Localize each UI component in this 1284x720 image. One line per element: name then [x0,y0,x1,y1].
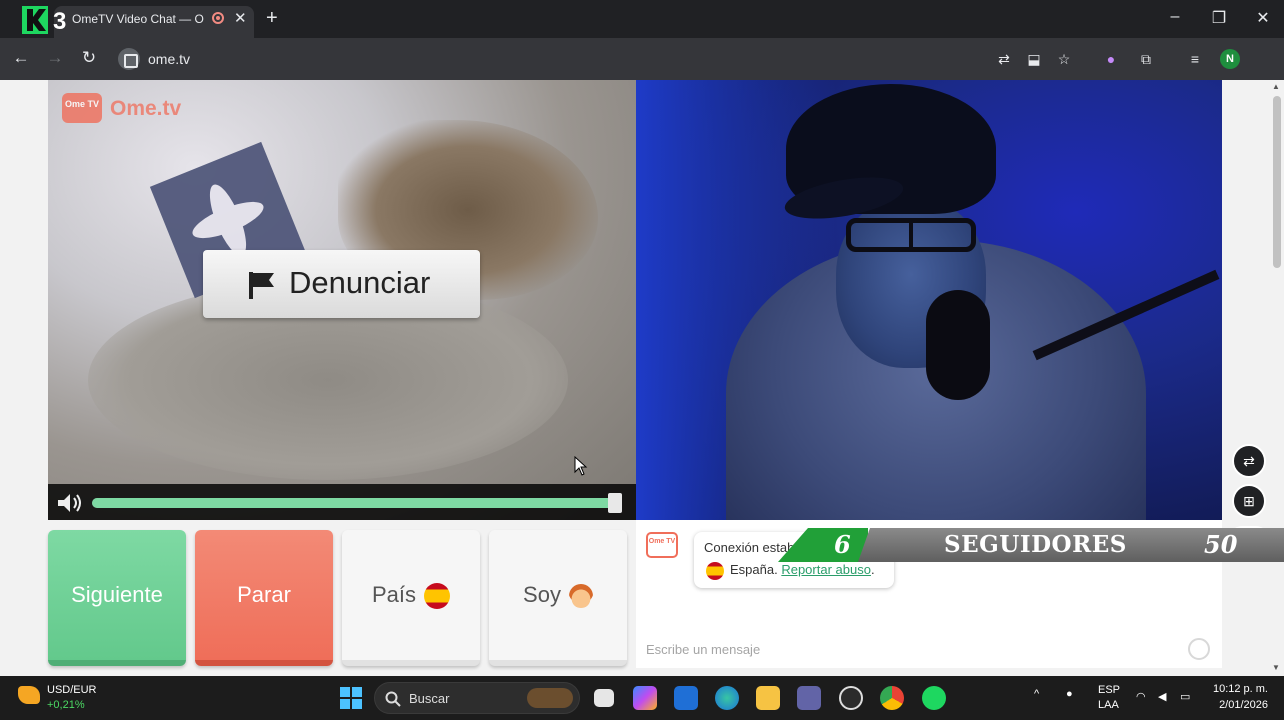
search-highlight-image [527,688,573,708]
back-icon[interactable]: ← [10,48,32,68]
battery-icon[interactable]: ▭ [1180,690,1190,703]
bookmark-star-icon[interactable]: ☆ [1055,50,1073,68]
report-abuse-link[interactable]: Reportar abuso [781,562,871,577]
extensions-puzzle-icon[interactable]: ⧉ [1137,50,1155,68]
own-camera-video [636,80,1222,520]
country-button[interactable]: País [342,530,480,666]
tab-title: OmeTV Video Chat — Ome [72,12,204,26]
spain-flag-icon [706,562,724,580]
wifi-icon[interactable]: ◠ [1136,690,1146,703]
tab-close-icon[interactable]: ✕ [234,9,247,27]
search-icon [385,691,401,707]
copilot-icon[interactable] [633,686,657,710]
stream-logo: 3 [22,6,66,34]
followers-label: SEGUIDORES [944,531,1127,558]
media-control-icon[interactable]: ≡ [1186,50,1204,68]
stop-button[interactable]: Parar [195,530,333,666]
spotify-icon[interactable] [922,686,946,710]
taskbar-search[interactable]: Buscar [374,682,580,714]
report-label: Denunciar [289,265,431,300]
edge-icon[interactable] [715,686,739,710]
forward-icon[interactable]: → [44,48,66,68]
report-line-period: . [870,562,875,577]
teams-icon[interactable] [797,686,821,710]
clock-time[interactable]: 10:12 p. m. [1212,683,1268,695]
ome-tv-chat-avatar: Ome TV [646,532,678,558]
speaker-icon[interactable]: ◀ [1158,690,1166,703]
address-bar[interactable]: ome.tv [110,43,1150,75]
extension-brain-icon[interactable]: ● [1102,50,1120,68]
recording-icon [212,12,224,24]
gender-button-content: Soy [489,582,627,609]
language-bottom: LAA [1098,699,1119,711]
minimize-button[interactable]: – [1160,8,1190,26]
emoji-picker-icon[interactable] [1188,638,1210,660]
flag-icon [249,272,274,299]
translate-icon[interactable]: ⇄ [995,50,1013,68]
clock-date: 2/01/2026 [1219,699,1268,711]
ome-tv-logo: Ome TV Ome.tv [62,91,192,125]
language-top[interactable]: ESP [1098,684,1120,696]
followers-goal: 50 [1204,530,1238,559]
ticker-label[interactable]: USD/EUR [47,684,97,696]
next-button-label: Siguiente [71,582,163,607]
task-view-icon[interactable] [594,689,614,707]
scroll-up-icon[interactable]: ▲ [1272,82,1280,91]
maximize-button[interactable]: ❐ [1204,8,1234,28]
page-content: Ome TV Ome.tv Denunciar Siguiente Parar [0,80,1284,676]
start-windows-icon[interactable] [340,687,362,709]
gender-button-label: Soy [523,582,561,607]
followers-banner-green [778,528,868,562]
translate-float-icon[interactable]: ⇄ [1232,444,1266,478]
stream-logo-text: 3 [53,8,66,34]
volume-slider[interactable] [92,498,618,508]
file-explorer-icon[interactable] [756,686,780,710]
chrome-icon[interactable] [880,686,904,710]
tab-strip: OmeTV Video Chat — Ome ✕ + 3 – ❐ ✕ [0,0,1284,38]
volume-slider-thumb[interactable] [608,493,622,513]
browser-toolbar: ← → ↻ ome.tv ⇄ ⬓ ☆ ● ⧉ ≡ N [0,38,1284,80]
scrollbar-thumb[interactable] [1273,96,1281,268]
show-hidden-icons-chevron-icon[interactable]: ^ [1034,688,1039,700]
obs-icon[interactable] [839,686,863,710]
next-button[interactable]: Siguiente [48,530,186,666]
site-info-icon[interactable] [118,48,140,70]
grid-float-icon[interactable]: ⊞ [1232,484,1266,518]
spain-flag-icon [424,583,451,610]
report-button[interactable]: Denunciar [203,250,480,318]
country-button-label: País [371,582,417,607]
scroll-down-icon[interactable]: ▼ [1272,663,1280,672]
person-glasses [846,218,976,252]
mouse-cursor-icon [574,456,588,476]
country-line: España. Reportar abuso. [730,562,875,577]
country-button-content: País [342,582,480,610]
profile-avatar[interactable]: N [1220,49,1240,69]
stop-button-label: Parar [237,582,291,607]
followers-banner: 6 SEGUIDORES 50 [778,528,1284,562]
boy-emoji-icon [568,584,593,609]
url-text: ome.tv [148,51,191,67]
reload-icon[interactable]: ↻ [78,48,100,68]
search-label: Buscar [409,691,450,706]
outlook-icon[interactable] [674,686,698,710]
close-window-button[interactable]: ✕ [1248,8,1278,28]
microphone [926,290,990,400]
ome-tv-logo-badge: Ome TV [62,93,102,123]
windows-taskbar: USD/EUR +0,21% Buscar ^ ● ESP LAA ◠ ◀ ▭ … [0,676,1284,720]
gender-button[interactable]: Soy [489,530,627,666]
ticker-icon[interactable] [18,686,40,704]
partner-country: España. [730,562,778,577]
followers-current: 6 [834,530,851,559]
microphone-tray-icon[interactable]: ● [1066,688,1073,700]
volume-slider-fill [92,498,613,508]
new-tab-button[interactable]: + [266,7,278,30]
ome-tv-logo-text: Ome.tv [110,97,182,120]
volume-icon[interactable] [56,492,86,514]
message-input[interactable]: Escribe un mensaje [646,642,760,657]
ticker-change: +0,21% [47,699,85,711]
install-app-icon[interactable]: ⬓ [1025,50,1043,68]
